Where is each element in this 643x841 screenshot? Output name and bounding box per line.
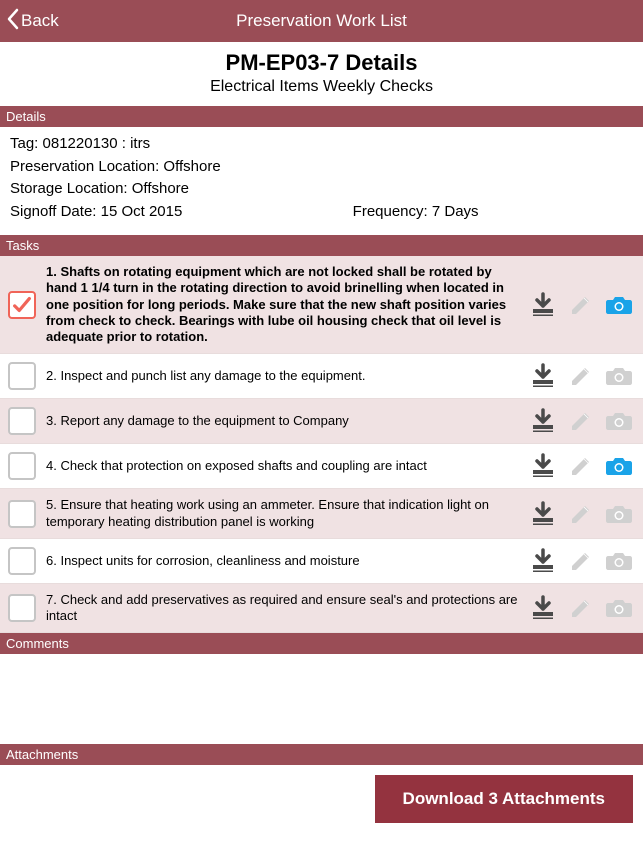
- task-actions: [529, 547, 633, 575]
- navbar: Back Preservation Work List: [0, 0, 643, 42]
- task-row: 4. Check that protection on exposed shaf…: [0, 444, 643, 489]
- page-header: PM-EP03-7 Details Electrical Items Weekl…: [0, 42, 643, 106]
- camera-icon[interactable]: [605, 594, 633, 622]
- task-row: 7. Check and add preservatives as requir…: [0, 584, 643, 634]
- task-text: 6. Inspect units for corrosion, cleanlin…: [46, 553, 519, 569]
- task-actions: [529, 500, 633, 528]
- task-row: 5. Ensure that heating work using an amm…: [0, 489, 643, 539]
- task-row: 1. Shafts on rotating equipment which ar…: [0, 256, 643, 354]
- task-text: 3. Report any damage to the equipment to…: [46, 413, 519, 429]
- task-row: 2. Inspect and punch list any damage to …: [0, 354, 643, 399]
- pencil-icon[interactable]: [567, 407, 595, 435]
- download-icon[interactable]: [529, 407, 557, 435]
- section-header-comments: Comments: [0, 633, 643, 654]
- back-label: Back: [21, 11, 59, 31]
- download-attachments-button[interactable]: Download 3 Attachments: [375, 775, 633, 823]
- pencil-icon[interactable]: [567, 291, 595, 319]
- task-checkbox[interactable]: [8, 291, 36, 319]
- section-header-tasks: Tasks: [0, 235, 643, 256]
- task-checkbox[interactable]: [8, 594, 36, 622]
- task-text: 7. Check and add preservatives as requir…: [46, 592, 519, 625]
- download-icon[interactable]: [529, 594, 557, 622]
- page-subtitle: Electrical Items Weekly Checks: [0, 78, 643, 96]
- section-header-attachments: Attachments: [0, 744, 643, 765]
- pencil-icon[interactable]: [567, 594, 595, 622]
- pencil-icon[interactable]: [567, 500, 595, 528]
- task-actions: [529, 594, 633, 622]
- task-checkbox[interactable]: [8, 547, 36, 575]
- bottom-area: Download 3 Attachments: [0, 765, 643, 841]
- download-icon[interactable]: [529, 500, 557, 528]
- camera-icon[interactable]: [605, 291, 633, 319]
- task-row: 3. Report any damage to the equipment to…: [0, 399, 643, 444]
- task-text: 1. Shafts on rotating equipment which ar…: [46, 264, 519, 345]
- task-checkbox[interactable]: [8, 407, 36, 435]
- detail-preservation-location: Preservation Location: Offshore: [10, 156, 633, 179]
- task-actions: [529, 452, 633, 480]
- download-icon[interactable]: [529, 291, 557, 319]
- task-text: 4. Check that protection on exposed shaf…: [46, 458, 519, 474]
- task-checkbox[interactable]: [8, 500, 36, 528]
- detail-signoff-date: Signoff Date: 15 Oct 2015: [10, 201, 353, 224]
- task-actions: [529, 407, 633, 435]
- tasks-list: 1. Shafts on rotating equipment which ar…: [0, 256, 643, 633]
- back-button[interactable]: Back: [6, 0, 59, 42]
- task-checkbox[interactable]: [8, 362, 36, 390]
- task-text: 5. Ensure that heating work using an amm…: [46, 497, 519, 530]
- camera-icon[interactable]: [605, 362, 633, 390]
- camera-icon[interactable]: [605, 407, 633, 435]
- camera-icon[interactable]: [605, 452, 633, 480]
- details-body: Tag: 081220130 : itrs Preservation Locat…: [0, 127, 643, 235]
- page-title: PM-EP03-7 Details: [0, 50, 643, 76]
- pencil-icon[interactable]: [567, 547, 595, 575]
- detail-frequency: Frequency: 7 Days: [353, 201, 633, 224]
- task-row: 6. Inspect units for corrosion, cleanlin…: [0, 539, 643, 584]
- task-actions: [529, 291, 633, 319]
- camera-icon[interactable]: [605, 547, 633, 575]
- section-header-details: Details: [0, 106, 643, 127]
- detail-storage-location: Storage Location: Offshore: [10, 178, 633, 201]
- download-icon[interactable]: [529, 452, 557, 480]
- task-actions: [529, 362, 633, 390]
- nav-title: Preservation Work List: [236, 11, 407, 31]
- task-text: 2. Inspect and punch list any damage to …: [46, 368, 519, 384]
- pencil-icon[interactable]: [567, 362, 595, 390]
- task-checkbox[interactable]: [8, 452, 36, 480]
- download-icon[interactable]: [529, 362, 557, 390]
- download-icon[interactable]: [529, 547, 557, 575]
- detail-tag: Tag: 081220130 : itrs: [10, 133, 633, 156]
- chevron-left-icon: [6, 8, 20, 35]
- camera-icon[interactable]: [605, 500, 633, 528]
- pencil-icon[interactable]: [567, 452, 595, 480]
